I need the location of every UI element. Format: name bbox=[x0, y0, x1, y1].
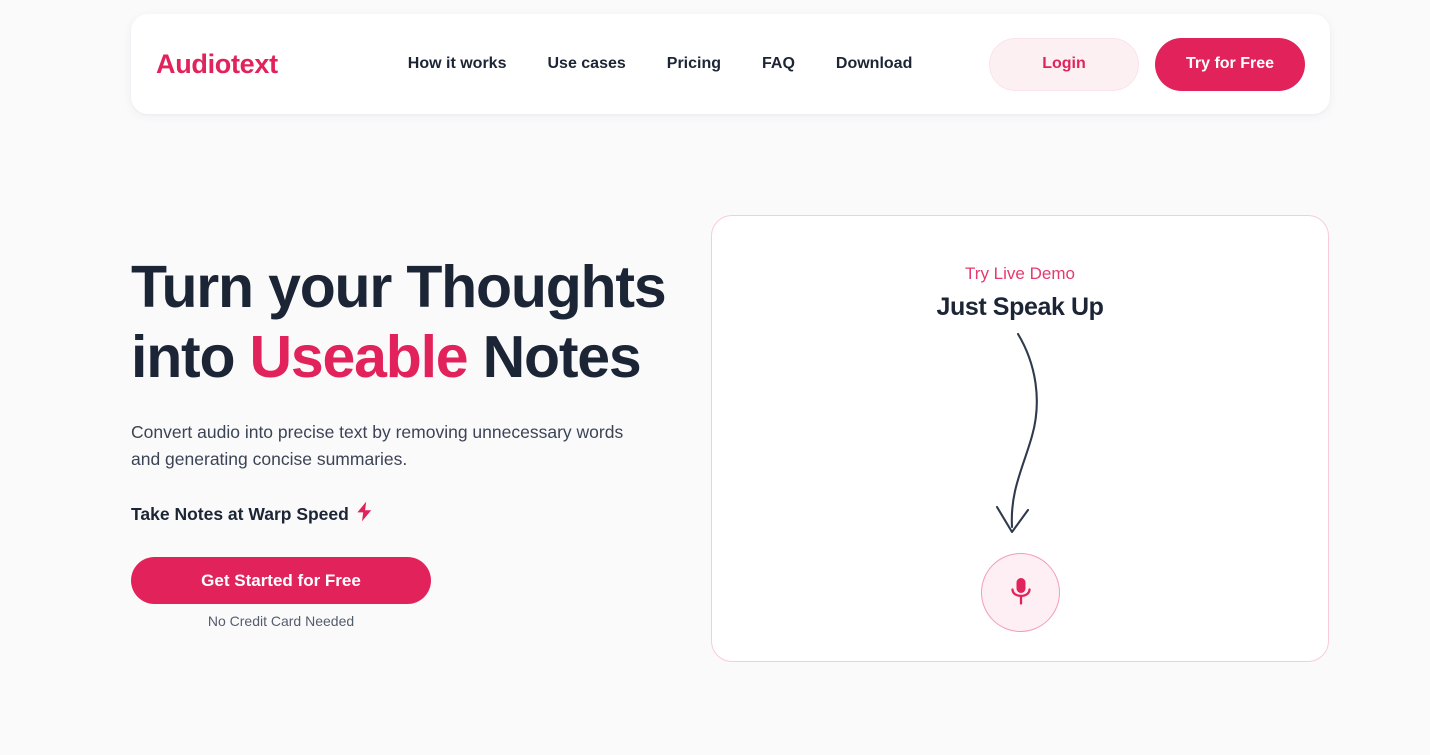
nav-link-pricing[interactable]: Pricing bbox=[667, 55, 721, 73]
demo-heading: Just Speak Up bbox=[936, 293, 1104, 321]
nav-link-faq[interactable]: FAQ bbox=[762, 55, 795, 73]
hero-tagline-label: Take Notes at Warp Speed bbox=[131, 503, 349, 524]
nav-link-how-it-works[interactable]: How it works bbox=[408, 55, 507, 73]
demo-eyebrow-label: Try Live Demo bbox=[965, 264, 1075, 283]
hero-subtitle: Convert audio into precise text by remov… bbox=[131, 422, 624, 469]
nav-link-download[interactable]: Download bbox=[836, 55, 912, 73]
get-started-button[interactable]: Get Started for Free bbox=[131, 557, 431, 604]
hero-title-line-2-suffix: Notes bbox=[467, 324, 642, 390]
brand-logo[interactable]: Audiotext bbox=[156, 49, 278, 80]
try-for-free-button[interactable]: Try for Free bbox=[1155, 37, 1305, 91]
microphone-icon bbox=[1008, 575, 1034, 610]
hero-section: Turn your Thoughts into Useable Notes Co… bbox=[131, 252, 671, 629]
navbar: Audiotext How it works Use cases Pricing… bbox=[131, 14, 1330, 114]
hero-title-accent-word: Useable bbox=[249, 324, 469, 390]
hero-title-line-1: Turn your Thoughts bbox=[131, 254, 667, 320]
hero-title-line-2-prefix: into bbox=[131, 324, 250, 390]
primary-navigation: How it works Use cases Pricing FAQ Downl… bbox=[408, 55, 913, 73]
navbar-actions: Login Try for Free bbox=[989, 37, 1305, 91]
nav-link-use-cases[interactable]: Use cases bbox=[547, 55, 625, 73]
live-demo-card: Try Live Demo Just Speak Up bbox=[711, 215, 1329, 662]
page-title: Turn your Thoughts into Useable Notes bbox=[131, 252, 671, 392]
login-button[interactable]: Login bbox=[989, 37, 1139, 91]
lightning-bolt-icon bbox=[356, 501, 373, 527]
curved-down-arrow-icon bbox=[980, 331, 1070, 546]
no-credit-card-note: No Credit Card Needed bbox=[207, 613, 355, 629]
microphone-record-button[interactable] bbox=[981, 553, 1060, 632]
hero-tagline: Take Notes at Warp Speed bbox=[131, 501, 671, 527]
